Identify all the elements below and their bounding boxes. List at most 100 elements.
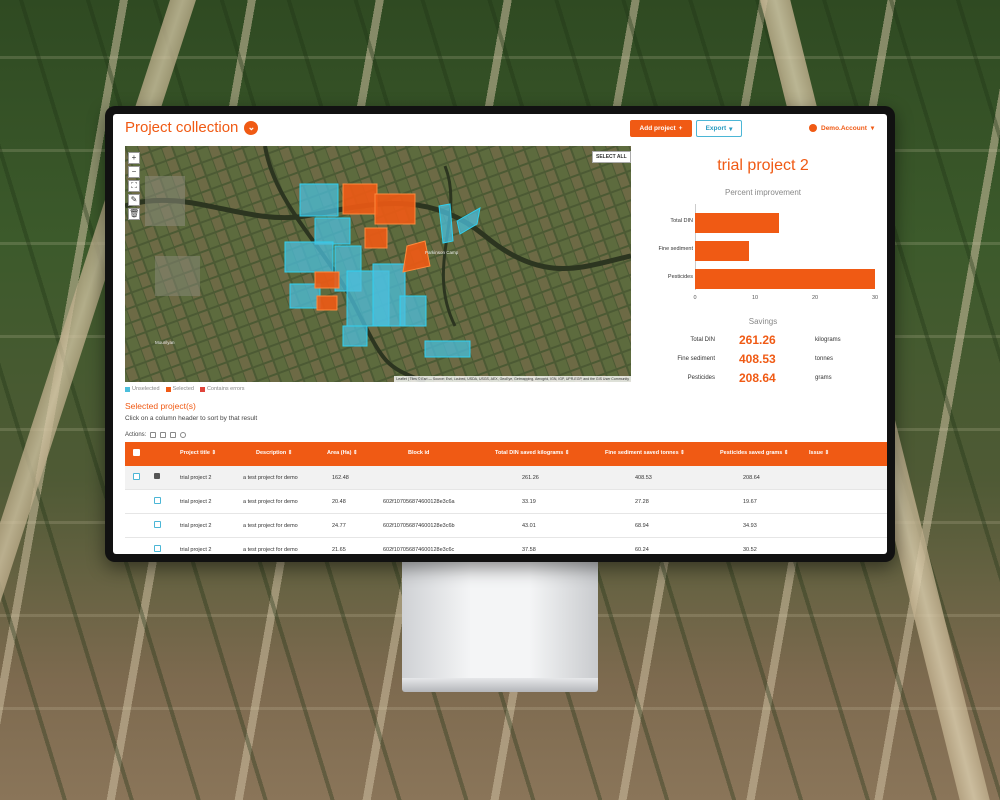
app-header: Project collection ⌄ Add project + Expor… bbox=[113, 114, 887, 144]
legend-label: Selected bbox=[172, 386, 194, 392]
map-place-label: Parkinson Camp bbox=[425, 250, 459, 255]
legend-item: Unselected bbox=[125, 386, 160, 392]
cell-block-id: 602f107056874600128e3c6b bbox=[383, 523, 455, 529]
map-legend: Unselected Selected Contains errors bbox=[125, 386, 245, 392]
bar-row: Total DIN bbox=[643, 213, 887, 233]
delete-shapes-button[interactable]: 🗑 bbox=[128, 208, 140, 220]
savings-label: Fine sediment bbox=[677, 356, 715, 362]
table-body: trial project 2 a test project for demo 16… bbox=[125, 466, 887, 554]
cell-project-title: trial project 2 bbox=[180, 523, 212, 529]
legend-item: Contains errors bbox=[199, 386, 245, 392]
cell-description: a test project for demo bbox=[243, 523, 298, 529]
sort-help-text: Click on a column header to sort by that… bbox=[125, 415, 258, 422]
account-menu[interactable]: Demo.Account ▾ bbox=[809, 124, 874, 132]
selected-projects-title: Selected project(s) bbox=[125, 401, 196, 411]
table-row-block[interactable]: trial project 2 a test project for demo 21… bbox=[125, 538, 887, 554]
caret-down-icon: ▾ bbox=[729, 125, 733, 133]
monitor-stand-foot bbox=[402, 678, 598, 692]
map-imagery[interactable]: Parkinson Camp Mourilyan bbox=[125, 146, 631, 382]
column-header-din[interactable]: Total DIN saved kilograms ⇕ bbox=[495, 450, 570, 456]
add-project-button[interactable]: Add project + bbox=[630, 120, 692, 137]
select-all-button[interactable]: SELECT ALL bbox=[592, 151, 631, 163]
cell-din: 261.26 bbox=[522, 475, 539, 481]
cell-sediment: 60.24 bbox=[635, 547, 649, 553]
row-checkbox[interactable] bbox=[154, 497, 161, 504]
cell-pesticides: 19.67 bbox=[743, 499, 757, 505]
column-header-area[interactable]: Area (Ha) ⇕ bbox=[327, 450, 358, 456]
chevron-down-icon[interactable]: ⌄ bbox=[244, 120, 259, 135]
savings-unit: grams bbox=[815, 375, 832, 381]
cell-block-id: 602f107056874600128e3c6c bbox=[383, 547, 455, 553]
cell-pesticides: 30.52 bbox=[743, 547, 757, 553]
cell-description: a test project for demo bbox=[243, 475, 298, 481]
legend-swatch bbox=[125, 386, 130, 392]
cell-pesticides: 34.93 bbox=[743, 523, 757, 529]
bar-label: Total DIN bbox=[670, 218, 693, 224]
bar-label: Pesticides bbox=[667, 274, 693, 280]
cell-area: 162.48 bbox=[332, 475, 349, 481]
actions-bar: Actions: bbox=[125, 432, 187, 438]
cell-din: 43.01 bbox=[522, 523, 536, 529]
savings-title: Savings bbox=[748, 317, 778, 326]
legend-swatch bbox=[199, 386, 205, 392]
project-map[interactable]: Parkinson Camp Mourilyan + − ⛶ ✎ 🗑 SELEC… bbox=[125, 146, 631, 382]
user-icon bbox=[809, 124, 817, 132]
cell-sediment: 68.94 bbox=[635, 523, 649, 529]
savings-unit: kilograms bbox=[815, 337, 841, 343]
savings-label: Pesticides bbox=[687, 375, 715, 381]
savings-value: 208.64 bbox=[739, 371, 776, 385]
legend-item: Selected bbox=[165, 386, 194, 392]
zoom-in-button[interactable]: + bbox=[128, 152, 140, 164]
settings-icon[interactable] bbox=[180, 432, 187, 438]
zoom-out-button[interactable]: − bbox=[128, 166, 140, 178]
legend-label: Unselected bbox=[132, 386, 160, 392]
bar bbox=[695, 269, 875, 289]
delete-icon[interactable] bbox=[150, 432, 157, 438]
fullscreen-button[interactable]: ⛶ bbox=[128, 180, 140, 192]
select-all-checkbox[interactable] bbox=[133, 449, 140, 456]
table-row-block[interactable]: trial project 2 a test project for demo 24… bbox=[125, 514, 887, 538]
cell-area: 21.65 bbox=[332, 547, 346, 553]
add-project-label: Add project bbox=[639, 125, 676, 132]
column-header-project-title[interactable]: Project title ⇕ bbox=[180, 450, 216, 456]
column-header-description[interactable]: Description ⇕ bbox=[256, 450, 292, 456]
column-header-sediment[interactable]: Fine sediment saved tonnes ⇕ bbox=[605, 450, 685, 456]
savings-label: Total DIN bbox=[690, 337, 715, 343]
edit-shapes-button[interactable]: ✎ bbox=[128, 194, 140, 206]
table-row-block[interactable]: trial project 2 a test project for demo 20… bbox=[125, 490, 887, 514]
export-button[interactable]: Export ▾ bbox=[696, 120, 742, 137]
cell-area: 24.77 bbox=[332, 523, 346, 529]
column-header-issue[interactable]: Issue ⇕ bbox=[809, 450, 829, 456]
cell-block-id: 602f107056874600128e3c6a bbox=[383, 499, 455, 505]
column-header-pesticides[interactable]: Pesticides saved grams ⇕ bbox=[720, 450, 789, 456]
account-label: Demo.Account bbox=[821, 124, 867, 132]
row-checkbox[interactable] bbox=[154, 521, 161, 528]
cell-description: a test project for demo bbox=[243, 547, 298, 553]
cell-sediment: 27.28 bbox=[635, 499, 649, 505]
bar bbox=[695, 241, 749, 261]
project-name: trial project 2 bbox=[717, 157, 809, 174]
column-header-block-id[interactable]: Block id bbox=[408, 450, 429, 456]
copy-icon[interactable] bbox=[160, 432, 167, 438]
improvement-title: Percent improvement bbox=[724, 188, 802, 197]
savings-row: Fine sediment 408.53 tonnes bbox=[643, 352, 887, 366]
tick-label: 20 bbox=[811, 295, 819, 301]
row-checkbox[interactable] bbox=[133, 473, 140, 480]
page-title: Project collection bbox=[125, 119, 239, 136]
row-checkbox[interactable] bbox=[154, 545, 161, 552]
map-attribution: Leaflet | Tiles © Esri — Source: Esri, i… bbox=[394, 376, 631, 382]
table-header: Project title ⇕ Description ⇕ Area (Ha) … bbox=[125, 442, 887, 466]
projects-table: Project title ⇕ Description ⇕ Area (Ha) … bbox=[125, 442, 887, 554]
merge-icon[interactable] bbox=[170, 432, 177, 438]
savings-value: 408.53 bbox=[739, 352, 776, 366]
monitor: Project collection ⌄ Add project + Expor… bbox=[105, 106, 895, 562]
page-title-dropdown[interactable]: Project collection ⌄ bbox=[125, 119, 259, 136]
actions-label: Actions: bbox=[125, 432, 147, 438]
table-row-project[interactable]: trial project 2 a test project for demo 16… bbox=[125, 466, 887, 490]
cell-area: 20.48 bbox=[332, 499, 346, 505]
cell-project-title: trial project 2 bbox=[180, 499, 212, 505]
tick-label: 30 bbox=[871, 295, 879, 301]
export-label: Export bbox=[705, 125, 727, 132]
collapse-icon[interactable] bbox=[154, 473, 160, 479]
cell-project-title: trial project 2 bbox=[180, 475, 212, 481]
